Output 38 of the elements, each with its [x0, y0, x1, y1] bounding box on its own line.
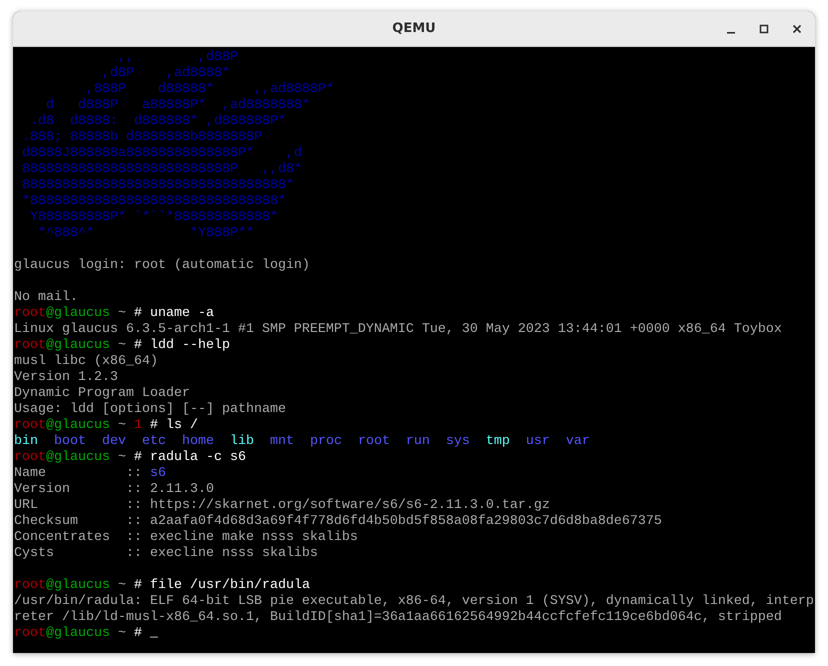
terminal-line: root@glaucus ~ # uname -a [14, 306, 214, 322]
terminal-line: d d888P a88888P* ,ad8888888* [44, 98, 310, 114]
terminal-line: Version :: 2.11.3.0 [14, 482, 214, 498]
terminal-line: ,, ,d88P [116, 50, 238, 66]
terminal-line: musl libc (x86_64) [14, 354, 158, 370]
terminal-line: root@glaucus ~ # _ [14, 626, 158, 642]
window-title: QEMU [392, 21, 436, 36]
terminal-line: *8888888888888888888888888888888* [20, 194, 286, 210]
terminal-line: .888; 88888b d8888888b8888888P [20, 130, 262, 146]
minimize-icon [727, 32, 735, 34]
terminal-line: Concentrates :: execline make nsss skalibs [14, 530, 358, 546]
terminal-line: Cysts :: execline nsss skalibs [14, 546, 318, 562]
terminal-line: glaucus login: root (automatic login) [14, 258, 310, 274]
terminal-line: ,d8P ,ad8888* [100, 66, 230, 82]
terminal-line: Version 1.2.3 [14, 370, 118, 386]
terminal-line: root@glaucus ~ # ldd --help [14, 338, 230, 354]
terminal-line: Y888888888P* `*``*888888888888* [28, 210, 278, 226]
terminal-line: 888888888888888888888888888888888* [20, 178, 294, 194]
terminal-line: No mail. [14, 290, 78, 306]
terminal-line: Checksum :: a2aafa0f4d68d3a69f4f778d6fd4b50bd5f858a08fa29803c7d6d8ba8de67375 [14, 514, 662, 530]
terminal-line: d8888J888888a88888888888888P* ,d [20, 146, 302, 162]
maximize-icon [759, 24, 769, 34]
terminal-line: root@glaucus ~ # radula -c s6 [14, 450, 246, 466]
terminal-line: /usr/bin/radula: ELF 64-bit LSB pie executable, x86-64, version 1 (SYSV), dynamically linked, interp [14, 594, 814, 610]
terminal-line: root@glaucus ~ 1 # ls / [14, 418, 198, 434]
terminal-line: URL :: https://skarnet.org/software/s6/s6-2.11.3.0.tar.gz [14, 498, 550, 514]
terminal-line: Name :: s6 [14, 466, 166, 482]
terminal-line: reter /lib/ld-musl-x86_64.so.1, BuildID[sha1]=36a1aa66162564992b44ccfcfefc119ce6bd064c, stripped [14, 610, 782, 626]
terminal-line: 88888888888888888888888888P ,,d8* [20, 162, 302, 178]
terminal-line: root@glaucus ~ # file /usr/bin/radula [14, 578, 310, 594]
terminal-line: .d8 d8888: d888888* ,d888888P* [28, 114, 286, 130]
terminal-line: ,888P d88888* ,,ad8888P* [84, 82, 334, 98]
terminal-line: *^888^* *Y888P** [36, 226, 254, 242]
terminal-line: Usage: ldd [options] [--] pathname [14, 402, 286, 418]
terminal-line: bin boot dev etc home lib mnt proc root run sys tmp usr var [14, 434, 590, 450]
close-icon [792, 24, 802, 34]
terminal-line: Linux glaucus 6.3.5-arch1-1 #1 SMP PREEMPT_DYNAMIC Tue, 30 May 2023 13:44:01 +0000 x86_64 Toybox [14, 322, 782, 338]
terminal-line: Dynamic Program Loader [14, 386, 190, 402]
